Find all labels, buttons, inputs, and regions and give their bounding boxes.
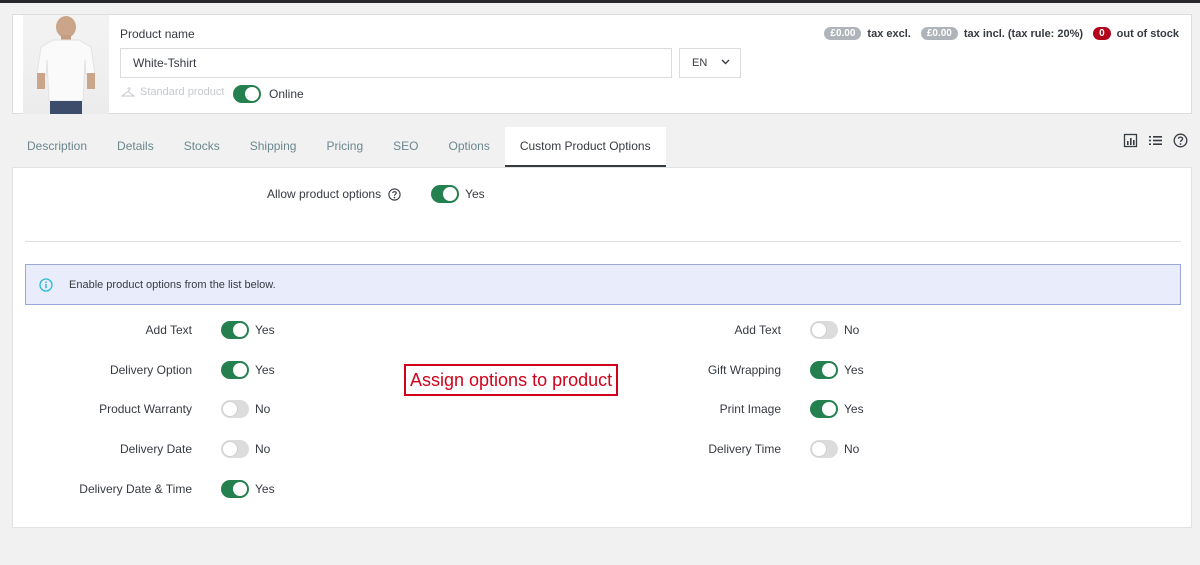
tab-custom-product-options[interactable]: Custom Product Options: [504, 127, 666, 167]
online-label: Online: [269, 87, 304, 101]
info-text: Enable product options from the list bel…: [69, 278, 276, 291]
option-row-print-image: Print Image Yes: [13, 399, 864, 419]
price-excl-badge: £0.00: [824, 27, 862, 40]
online-toggle[interactable]: Online: [233, 85, 304, 103]
custom-options-panel: Allow product options Yes Enable product…: [12, 167, 1192, 528]
option-label: Gift Wrapping: [707, 363, 781, 377]
option-label: Print Image: [719, 402, 781, 416]
tab-description[interactable]: Description: [12, 127, 102, 167]
option-label: Add Text: [734, 323, 781, 337]
tshirt-image-icon: [36, 16, 96, 114]
list-icon[interactable]: [1148, 133, 1163, 148]
option-row-add-text-right: Add Text No: [13, 320, 859, 340]
option-label: Delivery Date & Time: [79, 482, 192, 496]
question-icon[interactable]: [388, 187, 401, 201]
chart-icon[interactable]: [1123, 133, 1138, 148]
tab-stocks[interactable]: Stocks: [169, 127, 235, 167]
tab-pricing[interactable]: Pricing: [311, 127, 378, 167]
tax-incl-label: tax incl. (tax rule: 20%): [963, 27, 1084, 40]
product-image[interactable]: [23, 15, 109, 114]
hanger-icon: [121, 87, 135, 97]
info-alert: Enable product options from the list bel…: [25, 264, 1181, 305]
option-toggle[interactable]: Yes: [810, 361, 864, 379]
chevron-down-icon: [721, 59, 730, 65]
stock-badge: 0: [1093, 27, 1111, 40]
info-icon: [39, 277, 53, 292]
product-type-label: Standard product: [140, 86, 225, 98]
tab-shipping[interactable]: Shipping: [235, 127, 312, 167]
option-toggle[interactable]: Yes: [810, 400, 864, 418]
allow-product-options-value: Yes: [465, 187, 485, 201]
divider: [25, 241, 1181, 242]
tab-seo[interactable]: SEO: [378, 127, 433, 167]
allow-product-options-label: Allow product options: [267, 187, 382, 201]
tax-excl-label: tax excl.: [867, 27, 911, 40]
top-bar: [0, 0, 1200, 3]
option-toggle[interactable]: No: [810, 440, 859, 458]
option-value: No: [844, 442, 860, 456]
language-value: EN: [692, 57, 708, 69]
allow-product-options-toggle[interactable]: Yes: [431, 185, 485, 203]
option-value: No: [844, 323, 860, 337]
tab-toolbar: [1123, 133, 1188, 148]
option-toggle[interactable]: Yes: [221, 480, 275, 498]
product-name-input[interactable]: White-Tshirt: [120, 48, 672, 78]
option-switch[interactable]: [810, 400, 838, 418]
option-toggle[interactable]: No: [810, 321, 859, 339]
price-summary: £0.00 tax excl. £0.00 tax incl. (tax rul…: [824, 27, 1179, 40]
option-value: Yes: [844, 402, 864, 416]
price-incl-badge: £0.00: [920, 27, 958, 40]
language-select[interactable]: EN: [679, 48, 741, 78]
option-row-delivery-date-time: Delivery Date & Time Yes: [13, 479, 275, 499]
allow-product-options-row: Allow product options Yes: [267, 185, 485, 203]
option-switch[interactable]: [810, 321, 838, 339]
tab-options[interactable]: Options: [433, 127, 504, 167]
product-header: Product name White-Tshirt EN Standard pr…: [12, 14, 1192, 114]
online-switch[interactable]: [233, 85, 261, 103]
product-tabs: Description Details Stocks Shipping Pric…: [12, 127, 666, 168]
option-label: Delivery Time: [708, 442, 781, 456]
option-switch[interactable]: [221, 480, 249, 498]
assign-options-callout: Assign options to product: [404, 364, 619, 396]
allow-product-options-switch[interactable]: [431, 185, 460, 203]
option-switch[interactable]: [810, 440, 838, 458]
tab-details[interactable]: Details: [102, 127, 169, 167]
product-name-label: Product name: [120, 27, 195, 41]
help-icon[interactable]: [1173, 133, 1188, 148]
option-switch[interactable]: [810, 361, 838, 379]
option-value: Yes: [255, 482, 275, 496]
option-value: Yes: [844, 363, 864, 377]
product-type[interactable]: Standard product: [121, 86, 224, 98]
stock-label: out of stock: [1116, 27, 1179, 40]
option-row-delivery-time: Delivery Time No: [13, 439, 859, 459]
